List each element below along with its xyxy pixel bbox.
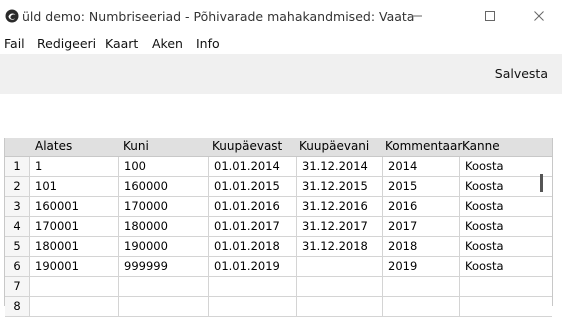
cell-kuupaevast[interactable]: 01.01.2015: [209, 177, 297, 196]
cell-kuupaevast[interactable]: 01.01.2019: [209, 257, 297, 276]
table-row[interactable]: 8: [5, 297, 552, 317]
number-series-table: Alates Kuni Kuupäevast Kuupäevani Kommen…: [4, 138, 553, 317]
cell-kuupaevani[interactable]: 31.12.2017: [297, 217, 383, 236]
maximize-button[interactable]: [467, 0, 513, 32]
cell-kuni[interactable]: [119, 297, 209, 316]
column-header-kanne[interactable]: Kanne: [462, 139, 500, 153]
minimize-button[interactable]: [394, 0, 440, 32]
cell-kuni[interactable]: 160000: [119, 177, 209, 196]
row-number: 6: [5, 257, 30, 276]
cell-kanne[interactable]: Koosta: [460, 177, 539, 196]
cell-kuupaevast[interactable]: 01.01.2016: [209, 197, 297, 216]
cell-kommentaar[interactable]: 2017: [383, 217, 460, 236]
column-header-kommentaar[interactable]: Kommentaar: [385, 139, 462, 153]
cell-kuupaevast[interactable]: [209, 297, 297, 316]
menu-fail[interactable]: Fail: [4, 36, 25, 51]
column-header-kuupaevast[interactable]: Kuupäevast: [212, 139, 282, 153]
maximize-icon: [485, 11, 495, 21]
column-header-alates[interactable]: Alates: [35, 139, 72, 153]
cell-kommentaar[interactable]: [383, 277, 460, 296]
cell-kommentaar[interactable]: 2015: [383, 177, 460, 196]
cell-alates[interactable]: [30, 297, 119, 316]
cell-kanne[interactable]: [460, 297, 539, 316]
cell-kanne[interactable]: Koosta: [460, 217, 539, 236]
cell-kuupaevani[interactable]: [297, 277, 383, 296]
row-number: 7: [5, 277, 30, 296]
cell-alates[interactable]: 190001: [30, 257, 119, 276]
cell-kommentaar[interactable]: 2019: [383, 257, 460, 276]
cell-kuupaevani[interactable]: 31.12.2016: [297, 197, 383, 216]
menu-aken[interactable]: Aken: [152, 36, 183, 51]
cell-kanne[interactable]: Koosta: [460, 237, 539, 256]
cell-kuupaevani[interactable]: 31.12.2018: [297, 237, 383, 256]
close-icon: [534, 11, 544, 21]
minimize-icon: [412, 15, 422, 17]
menu-redigeeri[interactable]: Redigeeri: [37, 36, 96, 51]
column-header-kuni[interactable]: Kuni: [123, 139, 149, 153]
cell-kuni[interactable]: 100: [119, 157, 209, 176]
row-number: 3: [5, 197, 30, 216]
cell-kuupaevani[interactable]: 31.12.2014: [297, 157, 383, 176]
cell-alates[interactable]: 170001: [30, 217, 119, 236]
cell-alates[interactable]: 180001: [30, 237, 119, 256]
cell-kommentaar[interactable]: 2018: [383, 237, 460, 256]
save-button[interactable]: Salvesta: [495, 66, 548, 81]
table-row[interactable]: 3 160001 170000 01.01.2016 31.12.2016 2016 Koo…: [5, 197, 552, 217]
cell-kuni[interactable]: [119, 277, 209, 296]
cell-kuupaevast[interactable]: [209, 277, 297, 296]
scrollbar-thumb[interactable]: [540, 174, 543, 192]
menu-kaart[interactable]: Kaart: [105, 36, 138, 51]
table-row[interactable]: 5 180001 190000 01.01.2018 31.12.2018 2018 Koo…: [5, 237, 552, 257]
cell-kuni[interactable]: 190000: [119, 237, 209, 256]
cell-kanne[interactable]: Koosta: [460, 157, 539, 176]
table-header: Alates Kuni Kuupäevast Kuupäevani Kommen…: [5, 138, 552, 157]
cell-kuupaevast[interactable]: 01.01.2014: [209, 157, 297, 176]
table-row[interactable]: 4 170001 180000 01.01.2017 31.12.2017 2017 Koo…: [5, 217, 552, 237]
table-row[interactable]: 2 101 160000 01.01.2015 31.12.2015 2015 Koosta: [5, 177, 552, 197]
menu-info[interactable]: Info: [196, 36, 220, 51]
row-number: 4: [5, 217, 30, 236]
column-header-kuupaevani[interactable]: Kuupäevani: [299, 139, 369, 153]
cell-kuni[interactable]: 170000: [119, 197, 209, 216]
cell-kanne[interactable]: [460, 277, 539, 296]
cell-kommentaar[interactable]: 2016: [383, 197, 460, 216]
cell-alates[interactable]: 101: [30, 177, 119, 196]
table-row[interactable]: 6 190001 999999 01.01.2019 2019 Koosta: [5, 257, 552, 277]
cell-alates[interactable]: [30, 277, 119, 296]
cell-kuupaevast[interactable]: 01.01.2017: [209, 217, 297, 236]
row-number: 1: [5, 157, 30, 176]
cell-kanne[interactable]: Koosta: [460, 257, 539, 276]
cell-alates[interactable]: 160001: [30, 197, 119, 216]
toolbar: Salvesta: [0, 54, 562, 94]
cell-kommentaar[interactable]: [383, 297, 460, 316]
table-row[interactable]: 1 1 100 01.01.2014 31.12.2014 2014 Koosta: [5, 157, 552, 177]
menu-bar: Fail Redigeeri Kaart Aken Info: [0, 34, 562, 54]
row-number: 5: [5, 237, 30, 256]
cell-alates[interactable]: 1: [30, 157, 119, 176]
cell-kuupaevani[interactable]: [297, 297, 383, 316]
close-button[interactable]: [516, 0, 562, 32]
cell-kuupaevani[interactable]: 31.12.2015: [297, 177, 383, 196]
cell-kuupaevast[interactable]: 01.01.2018: [209, 237, 297, 256]
title-bar: üld demo: Numbriseeriad - Põhivarade mah…: [0, 0, 562, 32]
window-title: üld demo: Numbriseeriad - Põhivarade mah…: [22, 9, 415, 24]
row-number: 2: [5, 177, 30, 196]
cell-kuni[interactable]: 999999: [119, 257, 209, 276]
cell-kommentaar[interactable]: 2014: [383, 157, 460, 176]
table-row[interactable]: 7: [5, 277, 552, 297]
row-number: 8: [5, 297, 30, 316]
cell-kanne[interactable]: Koosta: [460, 197, 539, 216]
cell-kuupaevani[interactable]: [297, 257, 383, 276]
cell-kuni[interactable]: 180000: [119, 217, 209, 236]
app-logo-icon: [5, 9, 19, 23]
